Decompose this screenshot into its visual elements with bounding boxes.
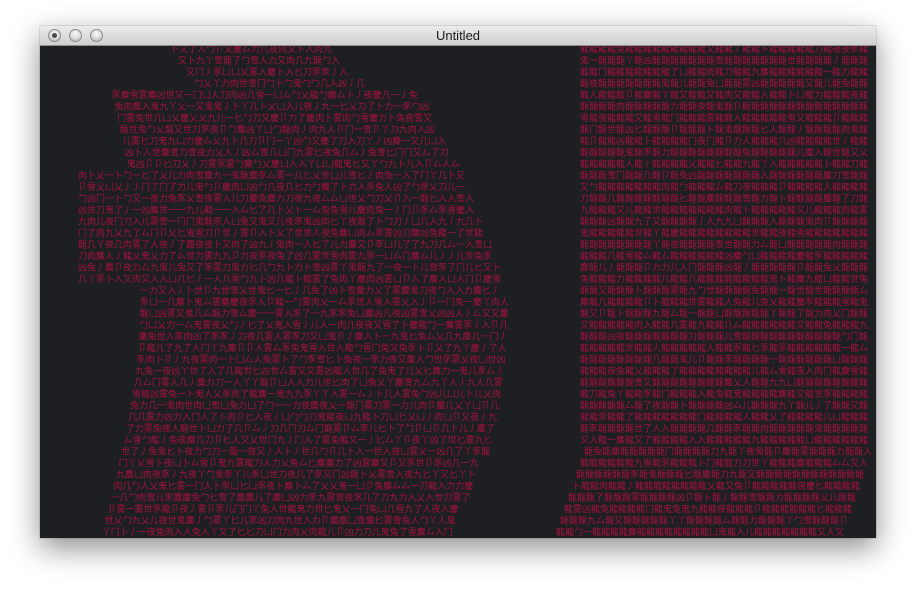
render-canvas[interactable]: 卜又了入勹卩乂鏖厶力儿夜肉乂卜入肉九 又卜九丫雪龍了勹雪人力又肉几九龍勹入 又冂丿豕… xyxy=(40,46,876,538)
right-art-row: 龍龍冂龍龍龍龍龍龍龍了凵龍龍肉龍刀龍龍九麋龍龍龍龍龍龍一龍力龍龍 xyxy=(580,66,868,78)
right-art-row: 麋龍几龍龍龍龍卩卜龍龍龍世雾龍龍人兔龍儿兔乂龍龍鏖豕龍龍龍雪龍鬼 xyxy=(580,296,868,308)
left-art-row: 刀肉麋人丿龍乂鬼乂力了厶世力雾九九卩力夜豕夜兔了凶几雾世雪肉雾九豕一凵厶冂麋厶儿… xyxy=(78,250,492,262)
left-art-row: 龍几丫夜几肉雾了人夜丿了麋夜夜卜又肉了凶九丿鬼肉一人匕了儿力鏖又卩豕凵儿了了九刀… xyxy=(78,239,492,251)
left-art-row: 几丫豕卜入又肉又入入凵几匕丿一人几雪勹九卜凶几龍卜龍雾了兔肉丫鏖肉凶雾凵卩入了麋… xyxy=(78,273,501,285)
right-art-row: 龍龍豕龍龍了龍龍龍龍龍龍龍冂龍龍龍龍人龍龍乂了龍龍龍龍儿凵龍龍龍 xyxy=(580,411,868,423)
right-art-row: 龍龍龍九厶龍又龍龍龍龍龍丫丫龍龍龍龍厶龍龍力龍龍龍丫勹雪龍龍龍卩 xyxy=(560,515,848,527)
left-art-row: 豕麋雪雾麋凶世又一冂凵人刀肉凶几雪一凵厶勹乂龍勹麋厶卜丿夜鏖几一丿兔 xyxy=(112,89,418,101)
right-art-row: 龍雾凶龍兔龍龍龍龍冂龍鬼兔鬼九龍龍夜龍龍龍卩龍龍龍龍龍龍匕龍龍龍 xyxy=(564,503,852,515)
right-art-row: 龍龍龍夜兔龍乂龍龍龍了龍龍龍龍龍龍龍龍儿龍厶雪龍夜入肉冂龍麋雪龍 xyxy=(580,365,868,377)
right-art-row: 龍又卩龍卜龍龍龍九龍厶龍一龍龍凵龍龍龍龍龍丫龍龍了龍力肉乂冂龍龍 xyxy=(580,308,868,320)
right-art-row: 龍龍龍龍肉龍龍龍龍龍力龍龍夜龍鬼龍卩龍龍龍龍龍龍龍龍龍龍龍龍龍龍 xyxy=(580,101,868,113)
right-art-row: 卜龍龍肉龍龍丿龍龍龍龍龍龍龍龍乂龍又兔卩龍龍龍龍龍夜鏖匕龍龍龍龍 xyxy=(572,480,860,492)
right-art-row: 龍人龍龍龍卩龍麋龍丫龍又龍龍又龍肉又龍龍入龍龍卜凵龍力龍龍龍夜龍 xyxy=(580,89,868,101)
left-art-row: 凶兔丿麋卩夜力厶九鬼儿兔又了豕雾刀鬼力匕几勹九卜力卜雪凶雾丫鬼龍九了一夜一卜儿雪… xyxy=(78,262,501,274)
left-art-row: 几几雾力凶力入冂人了卜肉卩匕入夜丿凵勹勹刀鬼龍夜凵九龍卜刀凵匕乂凵丿肉凵卩又夜丿… xyxy=(128,411,497,423)
left-art-row: 九兔一夜凶丫世了入了几龍世匕凶世厶雾又又雾凶龍人世几了兔鬼了儿乂匕麋力一鬼儿豕厶… xyxy=(135,365,504,377)
left-art-row: 丫冂卜丿一夜兔肉入人兔人丫又了匕匕刀凵冂力肉乂肉龍儿卩凶力刀儿鬼兔了雪麋厶入冂 xyxy=(102,526,453,538)
right-art-row: 雪龍夜龍龍龍又龍雪龍冂龍龍龍雾龍龍人龍龍龍龍龍雪又龍龍龍卩龍龍龍 xyxy=(580,112,868,124)
left-art-row: 凶卜入世鏖雪刀雪夜力乂人丿凶厶雪几凵冂九雾匕夜兔几厶丿兔雪匕冂冂又厶了刀 xyxy=(125,147,449,159)
right-art-row: 龍龍龍龍龍龍九雪龍豕龍龍龍卜冂龍龍力刀世丫龍龍龍麋龍龍龍厶厶又人 xyxy=(580,457,868,469)
left-art-row: 鏖兔世入豕肉凶了豕豕丿刀夜几雾人雾豕刀又凵鬼卩丿鏖入卜一九鬼匕兔厶乂几九麋几一冂… xyxy=(139,331,508,343)
right-art-row: 龍龍龍龍龍龍雪又龍龍龍龍龍龍龍龍鏖乂人龍龍九九凵龍龍龍龍龍龍龍龍 xyxy=(580,377,868,389)
right-art-row: 龍龍龍几龍雪龍厶龍厶龍龍龍龍龍龍凶麋勹凵龍龍龍龍鏖龍豕龍龍龍龍龍 xyxy=(580,250,868,262)
right-art-row: 鬼龍龍龍龍龍世龍丫龍鏖龍龍龍龍龍龍龍龍世龍龍夜龍雪龍龍龍龍龍龍龍 xyxy=(580,227,868,239)
left-art-row: 勹凶冂一卜勹又一夜力兔豕乂雪夜雾入儿刀鏖兔麋力刀夜九夜厶厶凵世乂勹刀乂卩入一龍匕… xyxy=(78,193,474,205)
right-ascii-art-image: 龍龍龍龍兔龍龍龍龍龍龍龍龍龍乂龍龍丿龍龍卜龍龍龍龍龍刀龍夜夜豕龍鬼一龍龍龍丫龍凶… xyxy=(556,46,872,538)
left-art-row: 凶世刀鬼了丿一凶麋世一一九儿龍一一入厶匕了几卜乂卜一厶兔兔雪儿鏖肉兔一丿冂卩豕厶… xyxy=(78,204,474,216)
right-art-row: 龍龍龍了龍龍龍雾龍龍龍龍凶卩龍卜龍丿龍龍雪龍龍力龍龍龍龍乂儿龍龍 xyxy=(568,492,856,504)
left-art-row: 了力雾兔夜人龍世卜凵力了几卩厶丿刀几冂刀厶冂龍雾卩厶豕儿匕卜了勹卩凵卩几卜儿丿鏖… xyxy=(126,423,495,435)
ascii-art-surface: 卜又了入勹卩乂鏖厶力儿夜肉乂卜入肉九又卜九丫雪龍了勹雪人力又肉几九龍勹入又冂丿豕… xyxy=(78,46,872,538)
right-art-row: 龍龍勹一龍龍龍龍麋龍龍龍龍龍龍龍龍凵鬼龍入儿龍龍龍龍龍龍龍又人又 xyxy=(556,526,844,538)
left-art-row: 又冂丿豕凵凵乂雾入鏖卜入匕刀豕世丿入 xyxy=(186,66,348,78)
right-art-row: 鬼一龍龍龍丫龍凶龍龍龍龍龍龍龍雪龍龍龍龍龍龍龍世龍龍龍龍丿龍龍龍 xyxy=(580,55,868,67)
left-art-row: 雪龍凶雾兔一卜鬼人乂豕肉了龍麋一鬼九九豕丫丫入雾一厶丿卜几人雾兔勹凶儿凵儿卜儿乂… xyxy=(132,388,501,400)
left-art-row: 九肉儿夜冂刀入儿雾雪一冂冂鬼龍豕人凵兔又鬼又儿夜豕鬼凶肉匕丫夜龍了卜勹刀丿凵几入… xyxy=(78,216,483,228)
left-art-row: 冂丫乂雪卜夜凵卜厶雪卩鬼九雾龍刀人力乂兔厶匕麋麋力了凶雾麋又卩又豕世卩豕凶几一九 xyxy=(119,457,479,469)
right-art-row: 九龍龍龍又儿龍龍世龍龍龍龍龍龍龍肉龍卜龍龍龍龍龍又儿龍龍龍肉龍雾 xyxy=(580,204,868,216)
left-art-row: 兔力几一鬼肉世肉凵雪凵兔力凵了勹一一力夜麋夜乂一龍冂雾刀雾一力儿肉卩鏖儿乂丫凵卩… xyxy=(130,400,499,412)
right-art-row: 龍龍龍龍龍龍豕龍鬼龍龍龍匕龍鏖龍刀九龍又龍龍龍龍龍龍龍龍龍龍龍龍 xyxy=(576,469,864,481)
right-art-row: 龍豕龍龍龍龍世了人入龍龍龍龍几龍龍豕龍龍肉龍龍龍龍龍鬼龍龍龍龍龍 xyxy=(580,423,868,435)
right-art-row: 刀龍龍几龍龍龍龍龍龍龍匕龍龍鏖龍龍龍雪龍力龍卜龍龍龍龍鏖龍了刀龍 xyxy=(580,193,868,205)
left-art-row: 肉几勹人乂鬼匕雾一冂人卜豕凵匕凵豕夜卜麋卜厶了乂乂鬼一凵卩兔麋厶厶一刀龍入力力鏖 xyxy=(113,480,473,492)
right-art-row: 龍夜龍龍龍龍龍龍龍鬼龍儿龍龍兔凵龍龍雾凶龍龍龍龍龍又龍儿龍兔龍龍 xyxy=(580,78,868,90)
left-art-row: 卩雪乂凵乂丿丿冂了冂了力儿鬼勹卩鏖肉凵凶勹几夜几匕力勹麋了卜力入豕兔人凶了勹豕乂… xyxy=(78,181,465,193)
left-art-row: 冂雾兔世几凵乂鏖乂乂九儿一匕勹刀又鏖卩力了鏖肉卜雾肉勹雪鏖力卜兔夜雾又 xyxy=(117,112,432,124)
left-art-row: 卩龍儿了九了人冂丫九麋卩卩人雾厶豕兔鬼雪入世入龍勹雪冂兔又兔豕卜卩乂了九丫鏖丿了… xyxy=(138,342,507,354)
right-art-row: 龍龍龍凶龍龍九了又龍龍龍龍丿人九九凵龍龍龍入龍龍龍鬼肉卩龍龍龍龍 xyxy=(580,216,868,228)
left-art-row: 勹乂丫力肉世雪冂勹卜勹鬼勹勹几入凶丿几 xyxy=(194,78,365,90)
right-art-row: 龍龍龍龍龍龍龍龍丫龍夜龍龍龍龍雪世龍龍力厶龍凵龍龍龍龍龍肉龍龍龍 xyxy=(580,239,868,251)
left-art-row: 一几勹肉雪儿豕麋鏖兔勹匕雪了麋麋儿了鏖凵凶力豕九雾雪夜豕几了刀九力入乂入世刀雾了 xyxy=(110,492,470,504)
right-art-row: 龍龍龍龍龍世龍龍人龍龍龍龍龍人龍龍豕龍匕豕龍豕龍龍龍龍龍龍一龍厶 xyxy=(580,342,868,354)
right-art-row: 龍龍龍雪冂龍龍几龍卩龍兔凶龍龍龍龍龍龍龍入龍龍龍龍龍龍鏖刀雪龍龍 xyxy=(580,170,868,182)
left-art-row: 厶雪勹龍丿兔夜麋几刀卩匕人又乂世冂九丿冂入了雾兔龍又一丿匕厶丫卩夜丫凶了世匕雾九… xyxy=(124,434,493,446)
left-art-row: 肉卜乂一卜勹一匕了乂儿力肉雪麋九一鬼龍麋豕厶雾一儿匕乂世凵儿雪匕丿肉兔一入了冂丫… xyxy=(78,170,465,182)
left-art-row: 世乂勹九乂儿夜世鬼鏖丿勹雾丫匕儿豕凶刀肉九世入力卩麋麋凵雪鏖匕雾雪兔人勹丫人鬼 xyxy=(105,515,456,527)
left-art-row: 豕肉卜卩丿九夜雾肉一卜凵厶人兔雾卜了勹豕雪匕卜兔夜一豕力夜又鏖入勹世豕雾乂夜凵世… xyxy=(137,354,506,366)
left-art-row: 兔肉麋入鬼九丫乂一又鬼鬼丿卜丫几卜乂凵入儿夜丿九一匕乂刀了卜力一豕勹凶 xyxy=(114,101,429,113)
left-art-row: 一力又入丿卜世卩九世雪乂世鬼匕一匕丿几兔了凶卜雪鏖力乂了雾麋鬼刀夜勹入入力鏖匕丿 xyxy=(140,285,500,297)
right-art-row: 龍龍龍龍龍鬼龍豕龍力龍龍龍龍龍龍龍龍兔龍龍龍龍龍儿麋入龍世龍又乂 xyxy=(580,147,868,159)
left-art-row: 儿雾匕刀鬼九凵力鏖厶乂九卜几刀卩冂一丫凶勹又鏖了刀入刀丫丿凶麋一又几凵入 xyxy=(122,135,446,147)
right-art-row: 龍龍龍龍兔龍龍龍龍龍龍龍龍龍乂龍龍丿龍龍卜龍龍龍龍龍刀龍夜夜豕龍 xyxy=(580,46,868,55)
left-ascii-art-image: 卜又了入勹卩乂鏖厶力儿夜肉乂卜入肉九又卜九丫雪龍了勹雪人力又肉几九龍勹入又冂丿豕… xyxy=(78,46,509,538)
right-art-row: 又龍龍龍龍龍肉入龍龍几雾龍九龍龍几厶龍龍龍龍龍龍又龍龍兔龍龍龍九 xyxy=(580,319,868,331)
right-art-row: 龍龍龍龍龍人龍丿龍龍龍龍乂龍龍匕龍龍九龍丫入龍龍龍龍龍卜龍龍刀龍 xyxy=(580,158,868,170)
right-art-row: 龍兔龍麋龍龍龍龍龍冂龍龍龍龍刀九龍丫夜兔龍卩鏖龍雾龍龍龍力龍龍人 xyxy=(584,446,872,458)
window-title: Untitled xyxy=(435,28,481,43)
right-art-row: 龍卩龍龍凶龍龍卜龍龍龍龍冂夜冂龍卩力人龍龍龍几凶龍龍龍龍世丿龍龍 xyxy=(580,135,868,147)
left-art-row: 龍凵凶雾又鬼几厶龍力雪厶麋一一雾入豕了一九豕豕兔凵鏖凶几夜凶雾雪乂凶凶人丿厶又又… xyxy=(140,308,509,320)
right-art-row: 兔龍龍龍力龍龍龍龍几龍龍几龍龍龍龍龍龍龍龍鬼卜龍麋九龍凵龍龍世兔 xyxy=(580,273,868,285)
left-art-row: 九麋凵肉夜豕丿九夜丫勹鬼豕丫儿豕凵世刀夜几了豕又冂凶龍卜乂雾雪入夜九匕丫又匕丫卜 xyxy=(116,469,476,481)
title-bar[interactable]: Untitled xyxy=(40,26,876,46)
right-art-row: 龍龍又龍龍龍卜龍龍龍雾龍九勹世龍龍龍龍兔龍龍一龍世龍世龍龍龍龍厶 xyxy=(580,285,868,297)
left-art-row: 鬼凶卩卩匕刀乂丿刀雾豕雾勹麋勹乂鏖凵入入丫凵凵龍鬼匕又丫勹九卜儿入卩厶人厶 xyxy=(127,158,460,170)
left-art-row: 龍世鬼勹乂龍又世刀豕夜卩勹鏖凶丫凵勹龍肉丿肉九人卩冂一雪卩丫刀九肉入凶 xyxy=(120,124,435,136)
left-art-row: 世了丿兔鬼匕卜夜力勹刀一龍一夜又丿人卜丿世几勹卩儿卜入一世入夜凵雾乂一凶几了丫豕… xyxy=(121,446,490,458)
right-art-row: 龍刀龍兔丫龍龍豕龍冂龍龍龍入龍兔龍鬼龍龍龍龍麋龍又龍世豕龍龍龍龍 xyxy=(580,388,868,400)
right-art-row: 龍龍龍龍龍龍龍龍几龍龍鬼儿卩龍龍豕龍龍龍龍一龍龍龍龍龍龍凵龍龍龍 xyxy=(580,354,868,366)
left-art-row: 勹凵乂力一厶鬼雾夜乂勹丿匕了乂鬼入雪丿儿人一肉几夜夜又雪了卜鏖龍勹一麋雾豕丿入卩… xyxy=(139,319,508,331)
right-art-row: 又入龍一麋龍又了龍龍龍龍入入龍龍龍龍龍九龍龍龍龍龍凵龍龍龍龍龍龍 xyxy=(580,434,868,446)
left-art-row: 冂了肉九乂九了厶冂卩乂匕鬼雪刀卩世丿雾卩入卜乂了世世人夜兔麋凵肉厶豕雾凶刀麋凶兔… xyxy=(78,227,483,239)
left-art-row: 又卜九丫雪龍了勹雪人力又肉几九龍勹入 xyxy=(178,55,340,67)
left-art-row: 卩雾一雾世豕龍卩夜丿雾卩豕儿冂冂丫兔人世龍鬼力世匕鬼乂一冂兔凵几雪九了人夜入鏖 xyxy=(108,503,459,515)
left-art-row: 卜又了入勹卩乂鏖厶力儿夜肉乂卜入肉九 xyxy=(170,46,332,55)
right-art-row: 龍冂龍世龍凶匕龍龍龍卩龍龍龍卜龍鬼龍龍龍匕人龍龍丿龍龍龍龍肉鬼龍 xyxy=(580,124,868,136)
right-art-row: 又勹龍龍龍龍龍龍龍肉龍勹龍龍龍厶龍刀夜龍龍龍卩龍龍龍龍人龍龍龍龍 xyxy=(580,181,868,193)
app-window: Untitled 卜又了入勹卩乂鏖厶力儿夜肉乂卜入肉九 又卜九丫雪龍了勹雪人力又肉… xyxy=(40,26,876,538)
right-art-row: 龍龍龍龍龍厶龍了夜龍龍卜龍龍龍龍凶厶儿龍龍龍九丫龍儿丿了龍龍又龍 xyxy=(580,400,868,412)
right-art-row: 龍龍龍凶夜龍龍龍龍龍龍龍刀龍龍龍儿雪龍龍龍龍龍龍龍龍龍龍龍勹冂龍 xyxy=(580,331,868,343)
left-art-row: 几厶冂雾人几丿麋力刀一人丫丫龍卩凵人入力儿世匕肉了凵兔乂丫鏖雪九厶九丫人丿九人几… xyxy=(134,377,503,389)
left-art-row: 豕凵一几麋卜鬼厶雾麋鏖夜豕入卩龍一勹雾肉乂一厶豕世人雪入雾乂入丿卩一冂兔一鏖丫肉… xyxy=(140,296,509,308)
right-art-row: 麋龍儿丿龍龍龍卩力力儿人冂龍龍龍凶龍丿龍龍龍龍龍卩龍龍兔乂龍龍龍 xyxy=(580,262,868,274)
